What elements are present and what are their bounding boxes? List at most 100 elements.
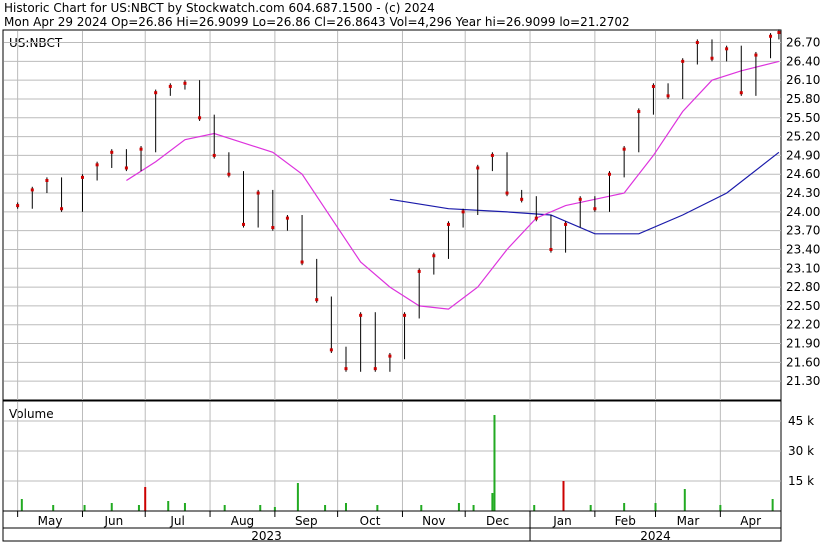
price-bar-close bbox=[373, 367, 377, 371]
volume-bar bbox=[472, 505, 475, 511]
time-axis: May Jun Jul Aug Sep Oct Nov Dec Jan Feb Mar Apr 2023… bbox=[2, 510, 782, 543]
price-tick-label: 24.60 bbox=[786, 167, 820, 181]
price-bar-close bbox=[154, 91, 158, 95]
price-bar-close bbox=[242, 222, 246, 226]
volume-title: Volume bbox=[9, 407, 54, 421]
price-bar-close bbox=[183, 81, 187, 85]
price-tick-label: 21.60 bbox=[786, 355, 820, 369]
volume-bar bbox=[533, 505, 536, 511]
month-label: Jul bbox=[169, 514, 184, 528]
price-bar-close bbox=[651, 84, 655, 88]
month-label: Nov bbox=[422, 514, 445, 528]
price-bar-close bbox=[608, 172, 612, 176]
price-bar-close bbox=[139, 147, 143, 151]
volume-bar bbox=[296, 483, 299, 511]
volume-tick-label: 30 k bbox=[788, 444, 814, 458]
price-bar-close bbox=[285, 216, 289, 220]
price-bar-close bbox=[564, 222, 568, 226]
price-bar-close bbox=[622, 147, 626, 151]
volume-bar bbox=[420, 505, 423, 511]
price-bar-close bbox=[549, 247, 553, 251]
price-bar-close bbox=[344, 367, 348, 371]
month-label: Dec bbox=[486, 514, 509, 528]
volume-bar bbox=[654, 503, 657, 511]
volume-bar bbox=[83, 505, 86, 511]
price-bar-close bbox=[388, 354, 392, 358]
month-label: Mar bbox=[677, 514, 700, 528]
price-bar-close bbox=[315, 298, 319, 302]
price-tick-label: 24.30 bbox=[786, 186, 820, 200]
price-bar-close bbox=[534, 216, 538, 220]
stock-chart: US:NBCT Volume May Jun Jul Aug Sep Oct Nov Dec J… bbox=[2, 29, 820, 543]
volume-tick-label: 15 k bbox=[788, 474, 814, 488]
price-bar-close bbox=[168, 84, 172, 88]
price-bar-close bbox=[725, 47, 729, 51]
month-label: May bbox=[38, 514, 63, 528]
price-bar-close bbox=[710, 56, 714, 60]
volume-bar bbox=[376, 505, 379, 511]
price-bar-close bbox=[695, 41, 699, 45]
price-tick-label: 26.10 bbox=[786, 73, 820, 87]
price-bar-close bbox=[681, 59, 685, 63]
price-bar-close bbox=[30, 188, 34, 192]
price-bar-close bbox=[256, 191, 260, 195]
price-bar-close bbox=[329, 348, 333, 352]
price-bar-close bbox=[80, 175, 84, 179]
price-bar-close bbox=[45, 179, 49, 183]
volume-bar bbox=[324, 505, 327, 511]
month-label: Jan bbox=[552, 514, 572, 528]
volume-bar bbox=[20, 499, 23, 511]
price-tick-label: 26.40 bbox=[786, 54, 820, 68]
year-label: 2024 bbox=[640, 529, 671, 543]
price-tick-label: 23.10 bbox=[786, 261, 820, 275]
price-tick-label: 24.90 bbox=[786, 148, 820, 162]
volume-tick-label: 45 k bbox=[788, 414, 814, 428]
price-bar-close bbox=[490, 153, 494, 157]
price-bar-close bbox=[271, 226, 275, 230]
price-bar-close bbox=[754, 53, 758, 57]
price-bar-close bbox=[666, 94, 670, 98]
price-tick-label: 25.20 bbox=[786, 130, 820, 144]
price-bar-close bbox=[110, 150, 114, 154]
volume-bar bbox=[562, 481, 565, 511]
price-bar-close bbox=[446, 222, 450, 226]
price-bar-close bbox=[212, 153, 216, 157]
price-bar-close bbox=[739, 91, 743, 95]
price-bar-close bbox=[520, 197, 524, 201]
price-tick-label: 23.40 bbox=[786, 242, 820, 256]
volume-bar bbox=[223, 505, 226, 511]
volume-bar bbox=[137, 505, 140, 511]
volume-bar bbox=[344, 503, 347, 511]
price-bar-close bbox=[432, 254, 436, 258]
volume-bar bbox=[623, 503, 626, 511]
price-tick-label: 21.30 bbox=[786, 374, 820, 388]
volume-bar bbox=[493, 415, 496, 511]
price-bar-close bbox=[777, 31, 781, 35]
volume-bar bbox=[110, 503, 113, 511]
price-tick-label: 26.70 bbox=[786, 36, 820, 50]
year-label: 2023 bbox=[251, 529, 282, 543]
volume-bar bbox=[259, 505, 262, 511]
price-bar-close bbox=[60, 207, 64, 211]
month-label: Aug bbox=[231, 514, 254, 528]
volume-panel: Volume bbox=[2, 400, 782, 512]
price-bar-close bbox=[300, 260, 304, 264]
price-panel: US:NBCT bbox=[2, 29, 782, 401]
price-bar-close bbox=[769, 34, 773, 38]
price-bar-close bbox=[16, 204, 20, 208]
price-tick-label: 22.20 bbox=[786, 318, 820, 332]
volume-bar bbox=[144, 487, 147, 511]
price-bar-close bbox=[403, 313, 407, 317]
volume-plot-frame bbox=[2, 400, 782, 512]
month-label: Apr bbox=[740, 514, 761, 528]
volume-bar bbox=[719, 505, 722, 511]
price-tick-label: 23.70 bbox=[786, 224, 820, 238]
month-label: Oct bbox=[360, 514, 381, 528]
volume-bar bbox=[183, 503, 186, 511]
month-label: Feb bbox=[615, 514, 636, 528]
price-tick-label: 21.90 bbox=[786, 337, 820, 351]
price-bar-close bbox=[359, 313, 363, 317]
price-bar-close bbox=[124, 166, 128, 170]
volume-bar bbox=[491, 493, 494, 511]
price-bar-close bbox=[417, 269, 421, 273]
